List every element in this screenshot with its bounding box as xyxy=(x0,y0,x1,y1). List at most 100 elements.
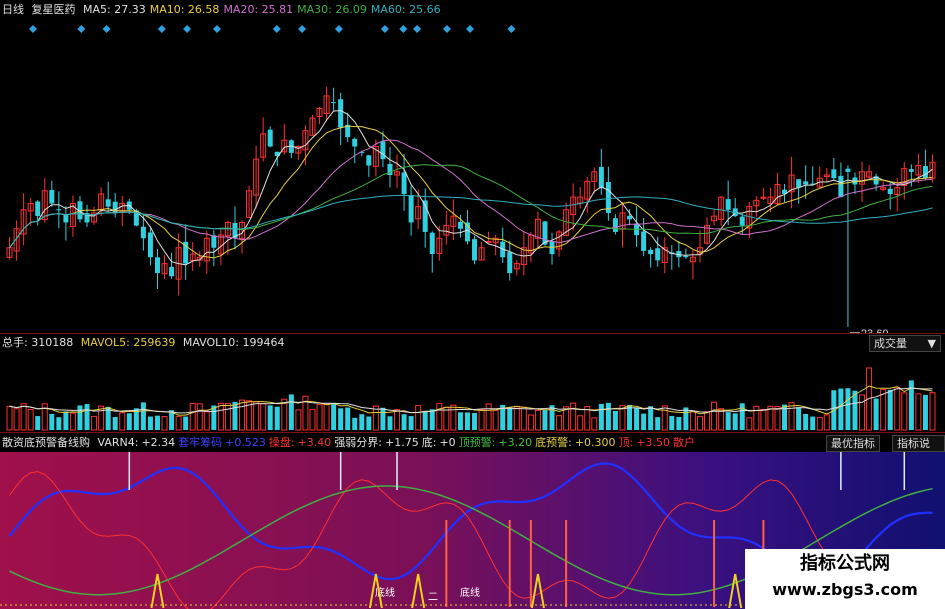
volume-bar xyxy=(605,402,611,430)
volume-bar xyxy=(591,417,598,431)
candle-body xyxy=(169,266,175,277)
volume-bar xyxy=(922,394,928,430)
volume-bar xyxy=(415,405,422,431)
volume-bar xyxy=(669,415,675,430)
volume-bar xyxy=(739,403,745,430)
volume-bar xyxy=(838,388,844,430)
volume-bar xyxy=(732,413,738,430)
volume-bar xyxy=(331,403,337,430)
candle-body xyxy=(35,201,41,217)
indicator-help-button[interactable]: 指标说明 xyxy=(892,435,945,465)
volume-bar xyxy=(901,392,908,431)
volume-bar xyxy=(260,403,267,431)
volume-bar xyxy=(661,405,668,431)
volume-bar xyxy=(704,411,711,431)
volume-bar xyxy=(527,414,534,431)
signal-diamond-icon xyxy=(298,25,307,33)
volume-bar xyxy=(267,405,273,430)
volume-bar xyxy=(803,413,809,430)
volume-bar xyxy=(408,416,414,430)
watermark-logo: 指标公式网 www.zbgs3.com xyxy=(745,549,945,609)
volume-bar xyxy=(810,416,816,430)
volume-bar xyxy=(648,406,654,430)
volume-bar xyxy=(126,413,132,430)
signal-diamond-icon xyxy=(29,25,37,33)
volume-bar xyxy=(295,409,302,431)
indicator-legend-item: VARN4: xyxy=(97,436,139,449)
volume-bar xyxy=(556,415,563,431)
candle-body xyxy=(352,138,358,147)
volume-bar xyxy=(520,406,527,431)
volume-chart[interactable] xyxy=(0,350,945,432)
volume-bar xyxy=(915,393,922,431)
volume-bar xyxy=(189,402,196,431)
volume-bar xyxy=(380,407,386,430)
indicator-legend-item: +1.75 xyxy=(385,436,419,449)
volume-bar xyxy=(161,416,168,431)
volume-bar xyxy=(760,409,767,431)
volume-bar xyxy=(183,416,189,430)
volume-bar xyxy=(683,407,689,430)
volume-bar xyxy=(196,403,203,431)
indicator-legend-item: 底: xyxy=(421,436,437,449)
volume-bar xyxy=(359,414,365,430)
volume-bar xyxy=(464,412,470,430)
candle-body xyxy=(154,257,160,274)
volume-bar xyxy=(689,410,696,431)
volume-bar xyxy=(472,413,478,430)
volume-bar xyxy=(696,415,703,431)
volume-bar xyxy=(492,409,499,431)
volume-bar xyxy=(422,410,428,430)
candle-body xyxy=(331,102,337,104)
indicator-name[interactable]: 散资底预警备线购 xyxy=(2,436,90,449)
candle-body xyxy=(267,129,273,147)
watermark-url: www.zbgs3.com xyxy=(772,580,918,599)
candle-body xyxy=(507,252,513,274)
signal-diamond-icon xyxy=(399,25,408,33)
mavol10-label: MAVOL10: xyxy=(182,336,239,349)
volume-bar xyxy=(436,402,443,431)
volume-bar xyxy=(534,409,541,431)
candle-body xyxy=(725,199,731,210)
volume-bar xyxy=(873,398,879,430)
volume-bar xyxy=(478,409,485,431)
volume-bar xyxy=(887,389,893,430)
volume-bar xyxy=(203,411,210,431)
candle-body xyxy=(429,232,435,255)
volume-bar xyxy=(641,413,647,430)
volume-bar xyxy=(485,403,492,431)
volume-bar xyxy=(387,416,393,430)
candle-body xyxy=(648,249,654,255)
candle-body xyxy=(803,181,809,185)
indicator-legend-item: +0.523 xyxy=(225,436,266,449)
volume-bar xyxy=(63,411,69,430)
candle-body xyxy=(838,175,844,198)
volume-bar xyxy=(49,413,55,430)
volume-bar xyxy=(352,417,358,430)
indicator-mark-3: 底线 xyxy=(460,586,480,599)
candle-body xyxy=(105,199,111,207)
volume-bar xyxy=(429,409,435,430)
panel-divider xyxy=(0,333,945,334)
volume-bar xyxy=(718,408,725,431)
candle-body xyxy=(140,226,146,239)
candle-body xyxy=(56,209,62,211)
best-indicator-button[interactable]: 最优指标 xyxy=(826,435,880,452)
candle-body xyxy=(641,231,647,251)
price-chart[interactable]: 23.60 xyxy=(0,0,945,333)
indicator-legend-item: +3.20 xyxy=(498,436,533,449)
volume-bar xyxy=(746,417,753,431)
volume-bar xyxy=(224,402,231,431)
volume-bar xyxy=(112,417,118,430)
volume-bar xyxy=(154,415,160,430)
candle-body xyxy=(831,169,837,179)
candle-body xyxy=(408,195,414,223)
volume-bar xyxy=(655,417,661,430)
volume-bar xyxy=(774,406,781,431)
volume-bar xyxy=(309,408,316,431)
indicator-legend-item: 强弱分界: xyxy=(334,436,383,449)
volume-dropdown-label: 成交量 xyxy=(874,337,907,350)
volume-bar xyxy=(929,392,936,431)
signal-diamond-icon xyxy=(213,25,221,33)
signal-diamond-icon xyxy=(380,25,389,33)
